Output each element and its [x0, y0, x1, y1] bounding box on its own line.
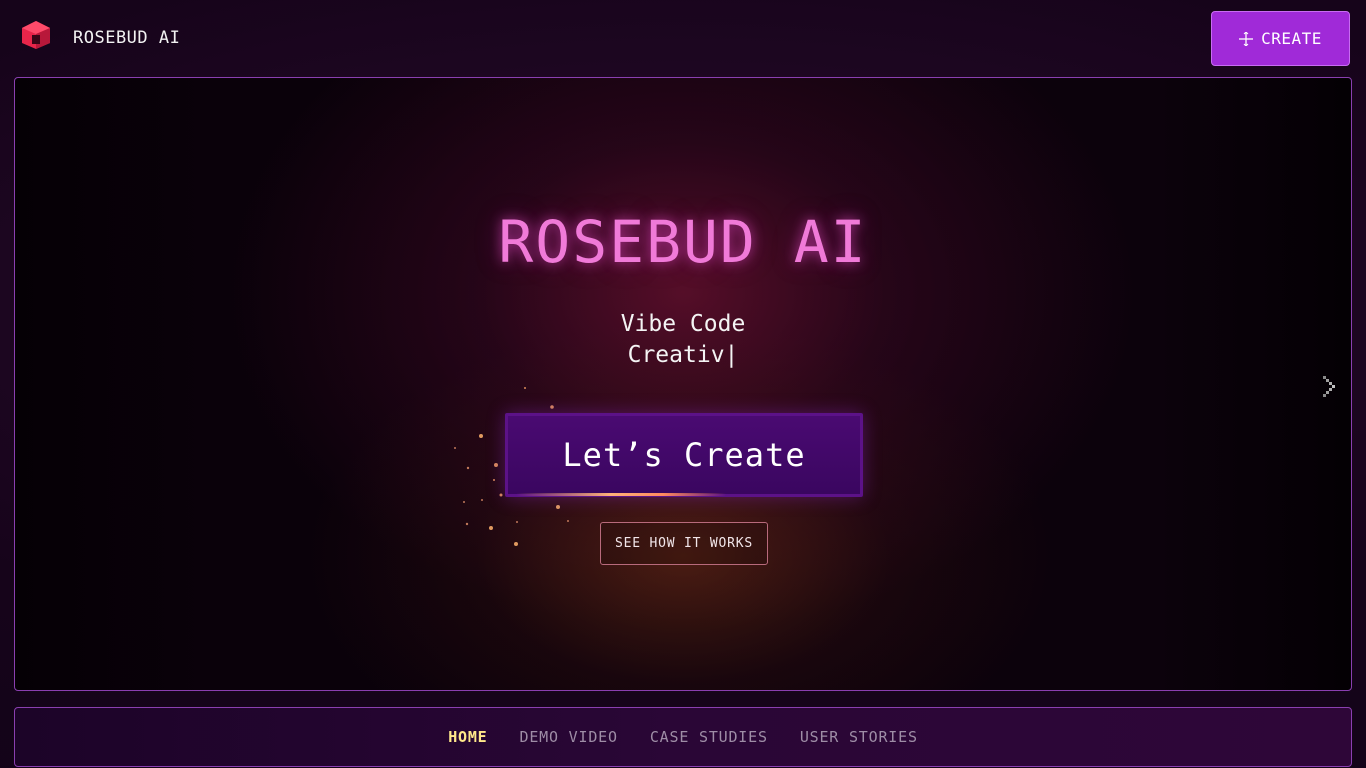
hero-subtitle-line1: Vibe Code: [620, 311, 746, 337]
hero-subtitle-line2: Creativ|: [627, 342, 739, 368]
nav-item-home[interactable]: HOME: [448, 728, 487, 746]
hero-panel: ROSEBUD AI Vibe Code Creativ| Let’s Crea…: [14, 77, 1352, 691]
nav-item-user-stories[interactable]: USER STORIES: [800, 728, 918, 746]
hero-title: ROSEBUD AI: [498, 208, 868, 276]
create-button[interactable]: CREATE: [1211, 11, 1350, 66]
bottom-nav: HOME DEMO VIDEO CASE STUDIES USER STORIE…: [14, 707, 1352, 767]
chevron-right-icon[interactable]: [1321, 374, 1337, 398]
rosebud-logo-icon[interactable]: [20, 20, 52, 50]
top-bar: ROSEBUD AI CREATE: [0, 0, 1366, 78]
create-button-label: CREATE: [1261, 29, 1322, 48]
move-plus-icon: [1239, 31, 1254, 46]
brand-name[interactable]: ROSEBUD AI: [73, 28, 180, 48]
cta-glow-line: [516, 493, 726, 496]
lets-create-button[interactable]: Let’s Create: [505, 413, 863, 497]
nav-item-demo-video[interactable]: DEMO VIDEO: [520, 728, 618, 746]
lets-create-label: Let’s Create: [562, 436, 806, 474]
see-how-it-works-button[interactable]: SEE HOW IT WORKS: [600, 522, 768, 565]
nav-item-case-studies[interactable]: CASE STUDIES: [650, 728, 768, 746]
hero-subtitle: Vibe Code Creativ|: [15, 309, 1351, 371]
